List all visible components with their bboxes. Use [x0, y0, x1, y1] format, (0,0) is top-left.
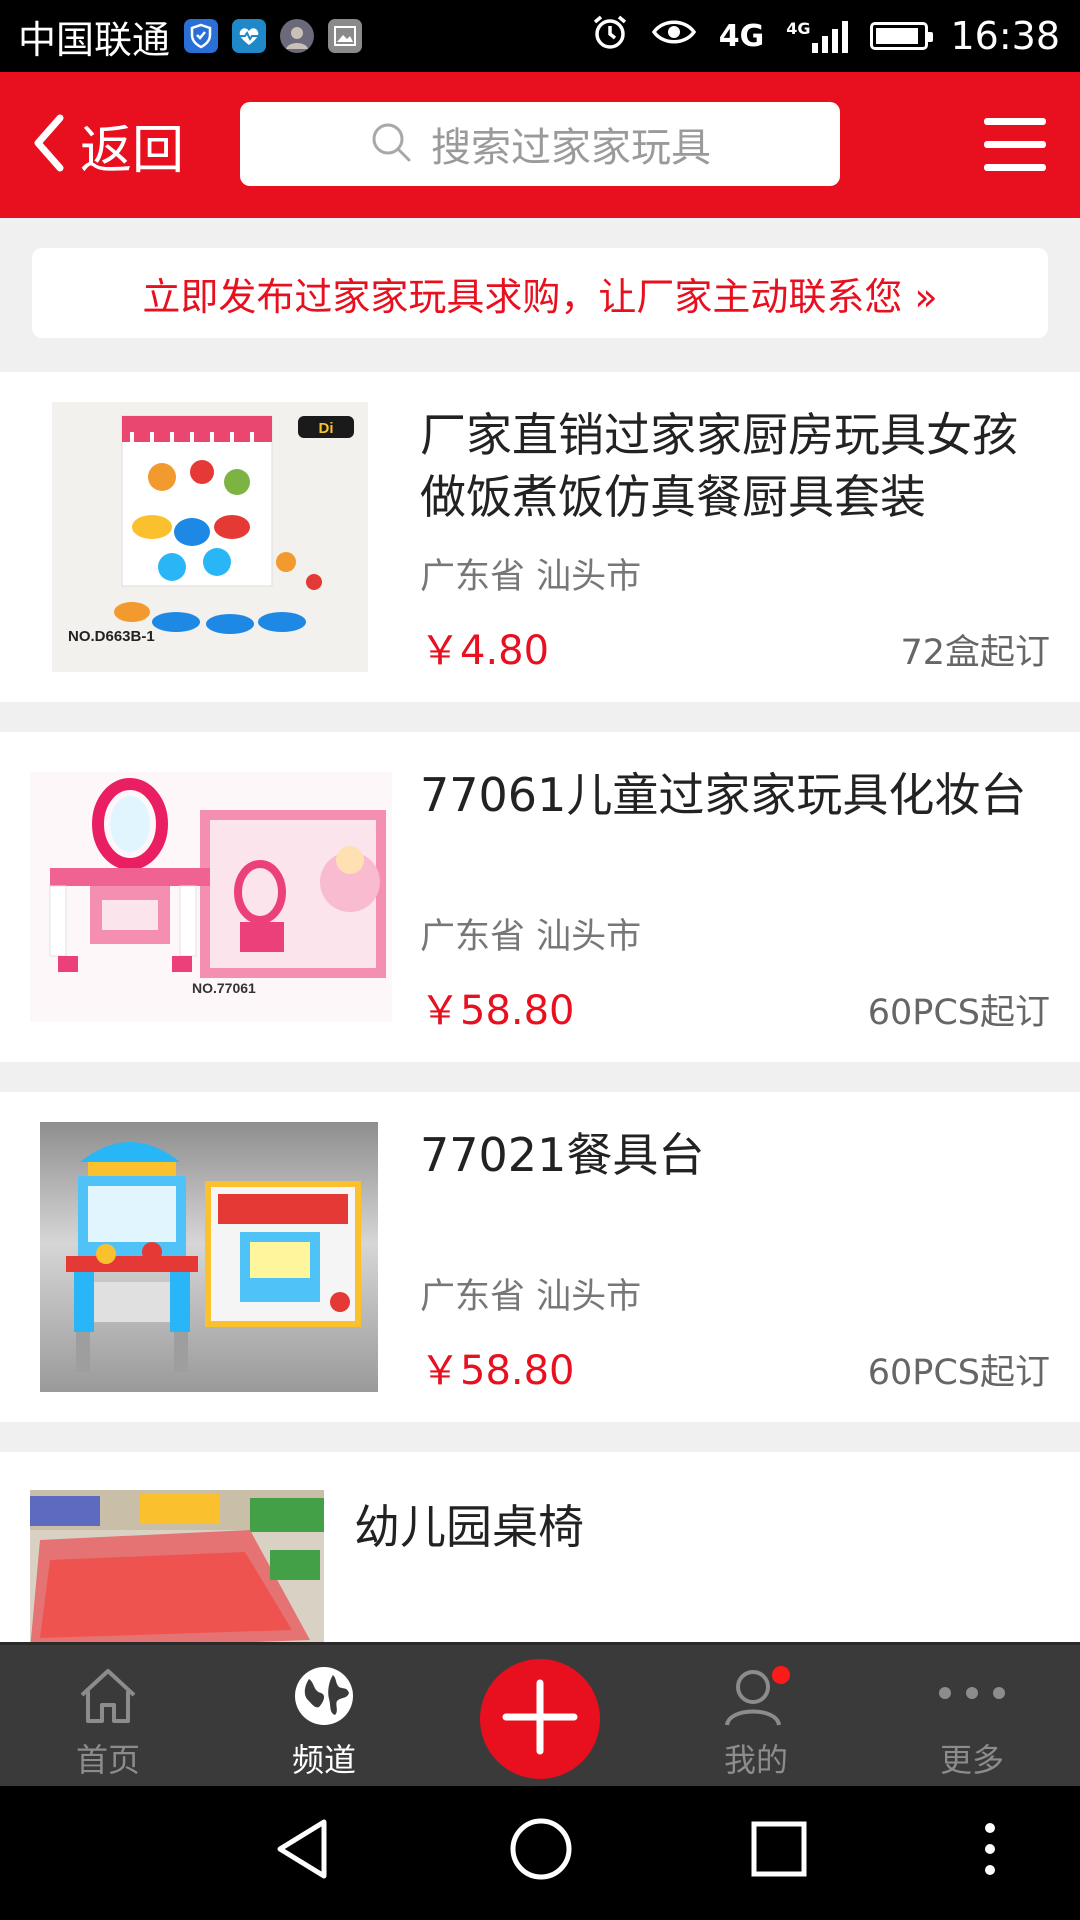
signal-strength: 4G: [786, 19, 849, 53]
app-header: 返回 搜索过家家玩具: [0, 72, 1080, 218]
more-icon: [937, 1685, 1007, 1704]
product-min-order: 60PCS起订: [867, 1353, 1050, 1393]
product-min-order: 60PCS起订: [867, 993, 1050, 1033]
svg-text:Di: Di: [319, 420, 334, 437]
back-label: 返回: [80, 120, 185, 181]
battery-icon: [870, 22, 934, 50]
search-input[interactable]: 搜索过家家玩具: [240, 102, 840, 186]
user-icon: [721, 1665, 791, 1733]
search-placeholder: 搜索过家家玩具: [431, 125, 711, 171]
plus-icon: [500, 1677, 580, 1761]
shield-icon: [184, 19, 219, 53]
menu-icon[interactable]: [984, 118, 1046, 172]
product-title: 幼儿园桌椅: [354, 1500, 584, 1554]
image-caption: NO.D663B-1: [68, 628, 155, 645]
back-button[interactable]: 返回: [0, 108, 184, 183]
product-item[interactable]: Di NO.D663B-1 厂家直销过家家厨房玩具女孩做饭煮饭仿真餐厨具套装 广…: [0, 372, 1080, 702]
product-item[interactable]: 幼儿园桌椅: [0, 1452, 1080, 1642]
clock-time: 16:38: [950, 14, 1060, 58]
status-bar: 中国联通 4G 4G 16:38: [0, 0, 1080, 72]
product-image: [30, 1490, 324, 1642]
system-nav-bar: [0, 1786, 1080, 1920]
nav-label: 频道: [291, 1741, 356, 1779]
product-item[interactable]: NO.77061 77061儿童过家家玩具化妆台 广东省 汕头市 ￥58.80 …: [0, 732, 1080, 1062]
product-price: ￥58.80: [420, 1348, 575, 1394]
gallery-icon: [328, 19, 363, 53]
product-location: 广东省 汕头市: [420, 557, 642, 597]
image-caption: NO.77061: [192, 980, 256, 996]
nav-item-more[interactable]: 更多: [882, 1645, 1062, 1789]
alarm-icon: [591, 13, 629, 60]
signal-icon: [812, 19, 849, 53]
product-image: NO.77061: [30, 772, 392, 1022]
product-image: [40, 1122, 378, 1392]
product-location: 广东省 汕头市: [420, 917, 642, 957]
product-item[interactable]: 77021餐具台 广东省 汕头市 ￥58.80 60PCS起订: [0, 1092, 1080, 1422]
product-title: 77021餐具台: [420, 1128, 705, 1182]
nav-item-mine[interactable]: 我的: [666, 1645, 846, 1789]
health-icon: [232, 19, 267, 53]
home-circle-icon[interactable]: [508, 1816, 574, 1886]
product-location: 广东省 汕头市: [420, 1277, 642, 1317]
globe-icon: [293, 1665, 355, 1731]
avatar-icon: [280, 19, 315, 53]
back-triangle-icon[interactable]: [272, 1816, 332, 1886]
product-title: 厂家直销过家家厨房玩具女孩做饭煮饭仿真餐厨具套装: [420, 408, 1018, 524]
post-request-banner[interactable]: 立即发布过家家玩具求购，让厂家主动联系您 »: [32, 248, 1048, 338]
chevron-left-icon: [32, 114, 66, 176]
product-min-order: 72盒起订: [900, 633, 1050, 673]
nav-item-channel[interactable]: 频道: [234, 1645, 414, 1789]
product-price: ￥58.80: [420, 988, 575, 1034]
nav-label: 我的: [723, 1741, 788, 1779]
nav-item-home[interactable]: 首页: [18, 1645, 198, 1789]
nav-label: 首页: [75, 1741, 140, 1779]
overflow-menu-icon[interactable]: [982, 1822, 998, 1880]
publish-button[interactable]: [476, 1655, 604, 1783]
carrier-label: 中国联通: [18, 17, 171, 62]
product-image: Di NO.D663B-1: [52, 402, 368, 672]
nav-label: 更多: [939, 1741, 1004, 1779]
recents-square-icon[interactable]: [748, 1816, 810, 1886]
home-icon: [76, 1665, 140, 1731]
eye-icon: [651, 14, 697, 58]
search-icon: [369, 120, 413, 168]
product-title: 77061儿童过家家玩具化妆台: [420, 768, 1027, 822]
product-price: ￥4.80: [420, 628, 550, 674]
network-type-label: 4G: [718, 18, 765, 54]
